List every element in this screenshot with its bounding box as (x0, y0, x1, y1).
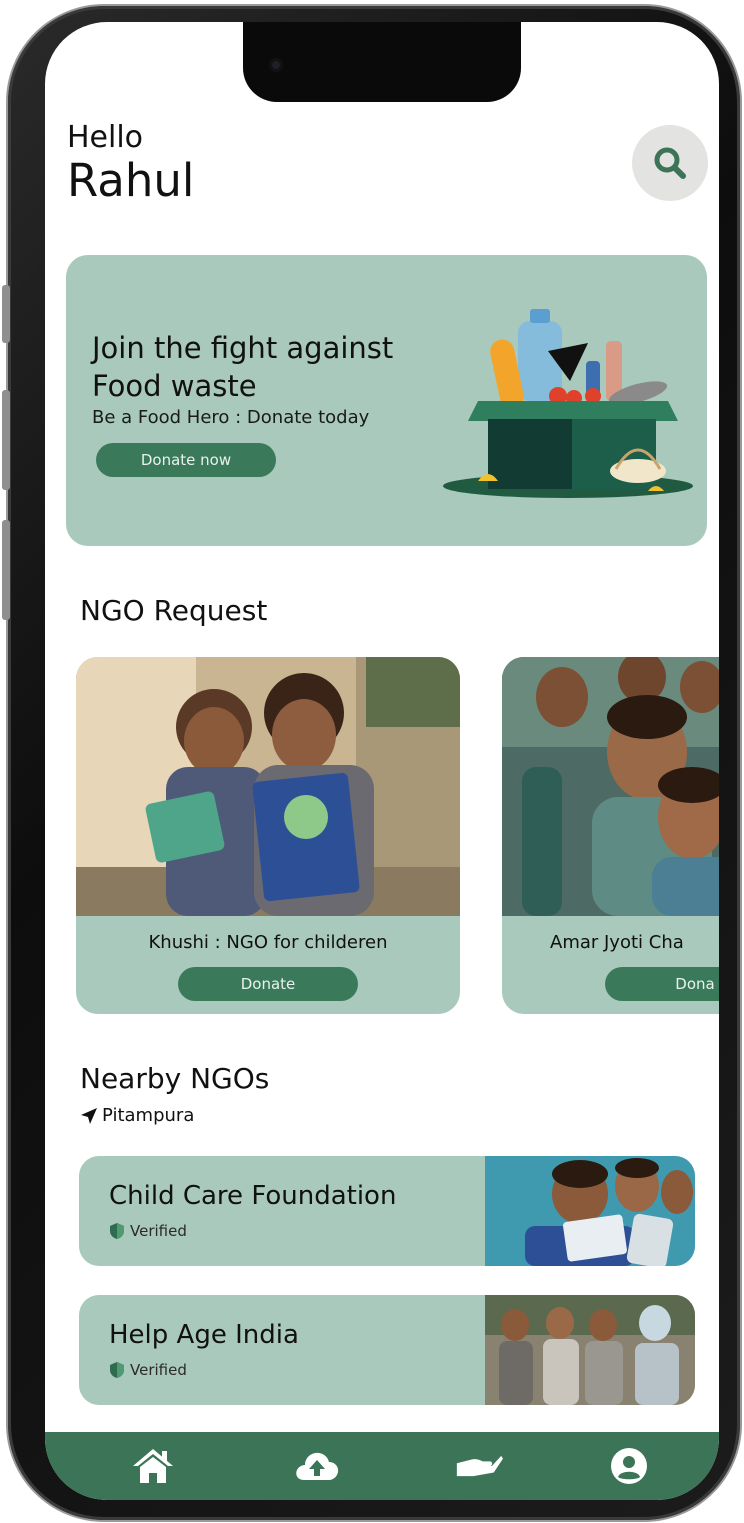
greeting-text: Hello (67, 120, 144, 155)
nearby-ngo-name: Child Care Foundation (109, 1181, 397, 1211)
ngo-request-name: Amar Jyoti Cha (550, 932, 684, 953)
hand-donate-icon (456, 1455, 503, 1477)
navigation-arrow-icon (81, 1107, 97, 1124)
search-icon (654, 147, 686, 179)
home-icon (133, 1449, 173, 1483)
ngo-request-title: NGO Request (80, 594, 268, 627)
location-name: Pitampura (102, 1105, 195, 1126)
volume-up-button (2, 390, 10, 490)
nav-donate[interactable] (455, 1444, 503, 1488)
verified-badge: Verified (109, 1222, 187, 1240)
banner-subtitle: Be a Food Hero : Donate today (92, 407, 370, 428)
shield-icon (110, 1223, 124, 1239)
banner-title: Join the fight against Food waste (92, 331, 394, 403)
nearby-ngo-card[interactable]: Child Care Foundation Verified (79, 1156, 695, 1266)
nearby-ngos-title: Nearby NGOs (80, 1062, 270, 1095)
donate-now-button[interactable]: Donate now (96, 443, 276, 477)
volume-down-button (2, 520, 10, 620)
search-button[interactable] (632, 125, 708, 201)
donation-banner: Join the fight against Food waste Be a F… (66, 255, 707, 546)
bottom-navigation (45, 1432, 719, 1500)
location-label[interactable]: Pitampura (80, 1105, 194, 1126)
profile-icon (611, 1448, 647, 1484)
ngo-children-photo (485, 1156, 695, 1266)
verified-label: Verified (130, 1361, 187, 1379)
nav-profile[interactable] (605, 1444, 653, 1488)
mute-switch (2, 285, 10, 343)
nav-upload[interactable] (293, 1444, 341, 1488)
elderly-people-photo (485, 1295, 695, 1405)
nearby-ngo-name: Help Age India (109, 1320, 299, 1350)
schoolchildren-photo (502, 657, 719, 916)
nearby-ngo-card[interactable]: Help Age India Verified (79, 1295, 695, 1405)
children-photo (76, 657, 460, 916)
cloud-upload-icon (296, 1452, 339, 1480)
notch (243, 22, 521, 102)
shield-icon (110, 1362, 124, 1378)
donate-button[interactable]: Dona (605, 967, 719, 1001)
verified-badge: Verified (109, 1361, 187, 1379)
nav-home[interactable] (129, 1444, 177, 1488)
food-donation-box-illustration (443, 309, 693, 498)
ngo-request-name: Khushi : NGO for childeren (148, 932, 388, 953)
donate-button[interactable]: Donate (178, 967, 358, 1001)
ngo-request-card[interactable]: Amar Jyoti Cha Dona (502, 657, 719, 1014)
verified-label: Verified (130, 1222, 187, 1240)
front-camera (269, 58, 283, 72)
user-name: Rahul (67, 154, 195, 207)
phone-screen: Hello Rahul Join the fight against Food … (45, 22, 719, 1500)
ngo-request-card[interactable]: Khushi : NGO for childeren Donate (76, 657, 460, 1014)
